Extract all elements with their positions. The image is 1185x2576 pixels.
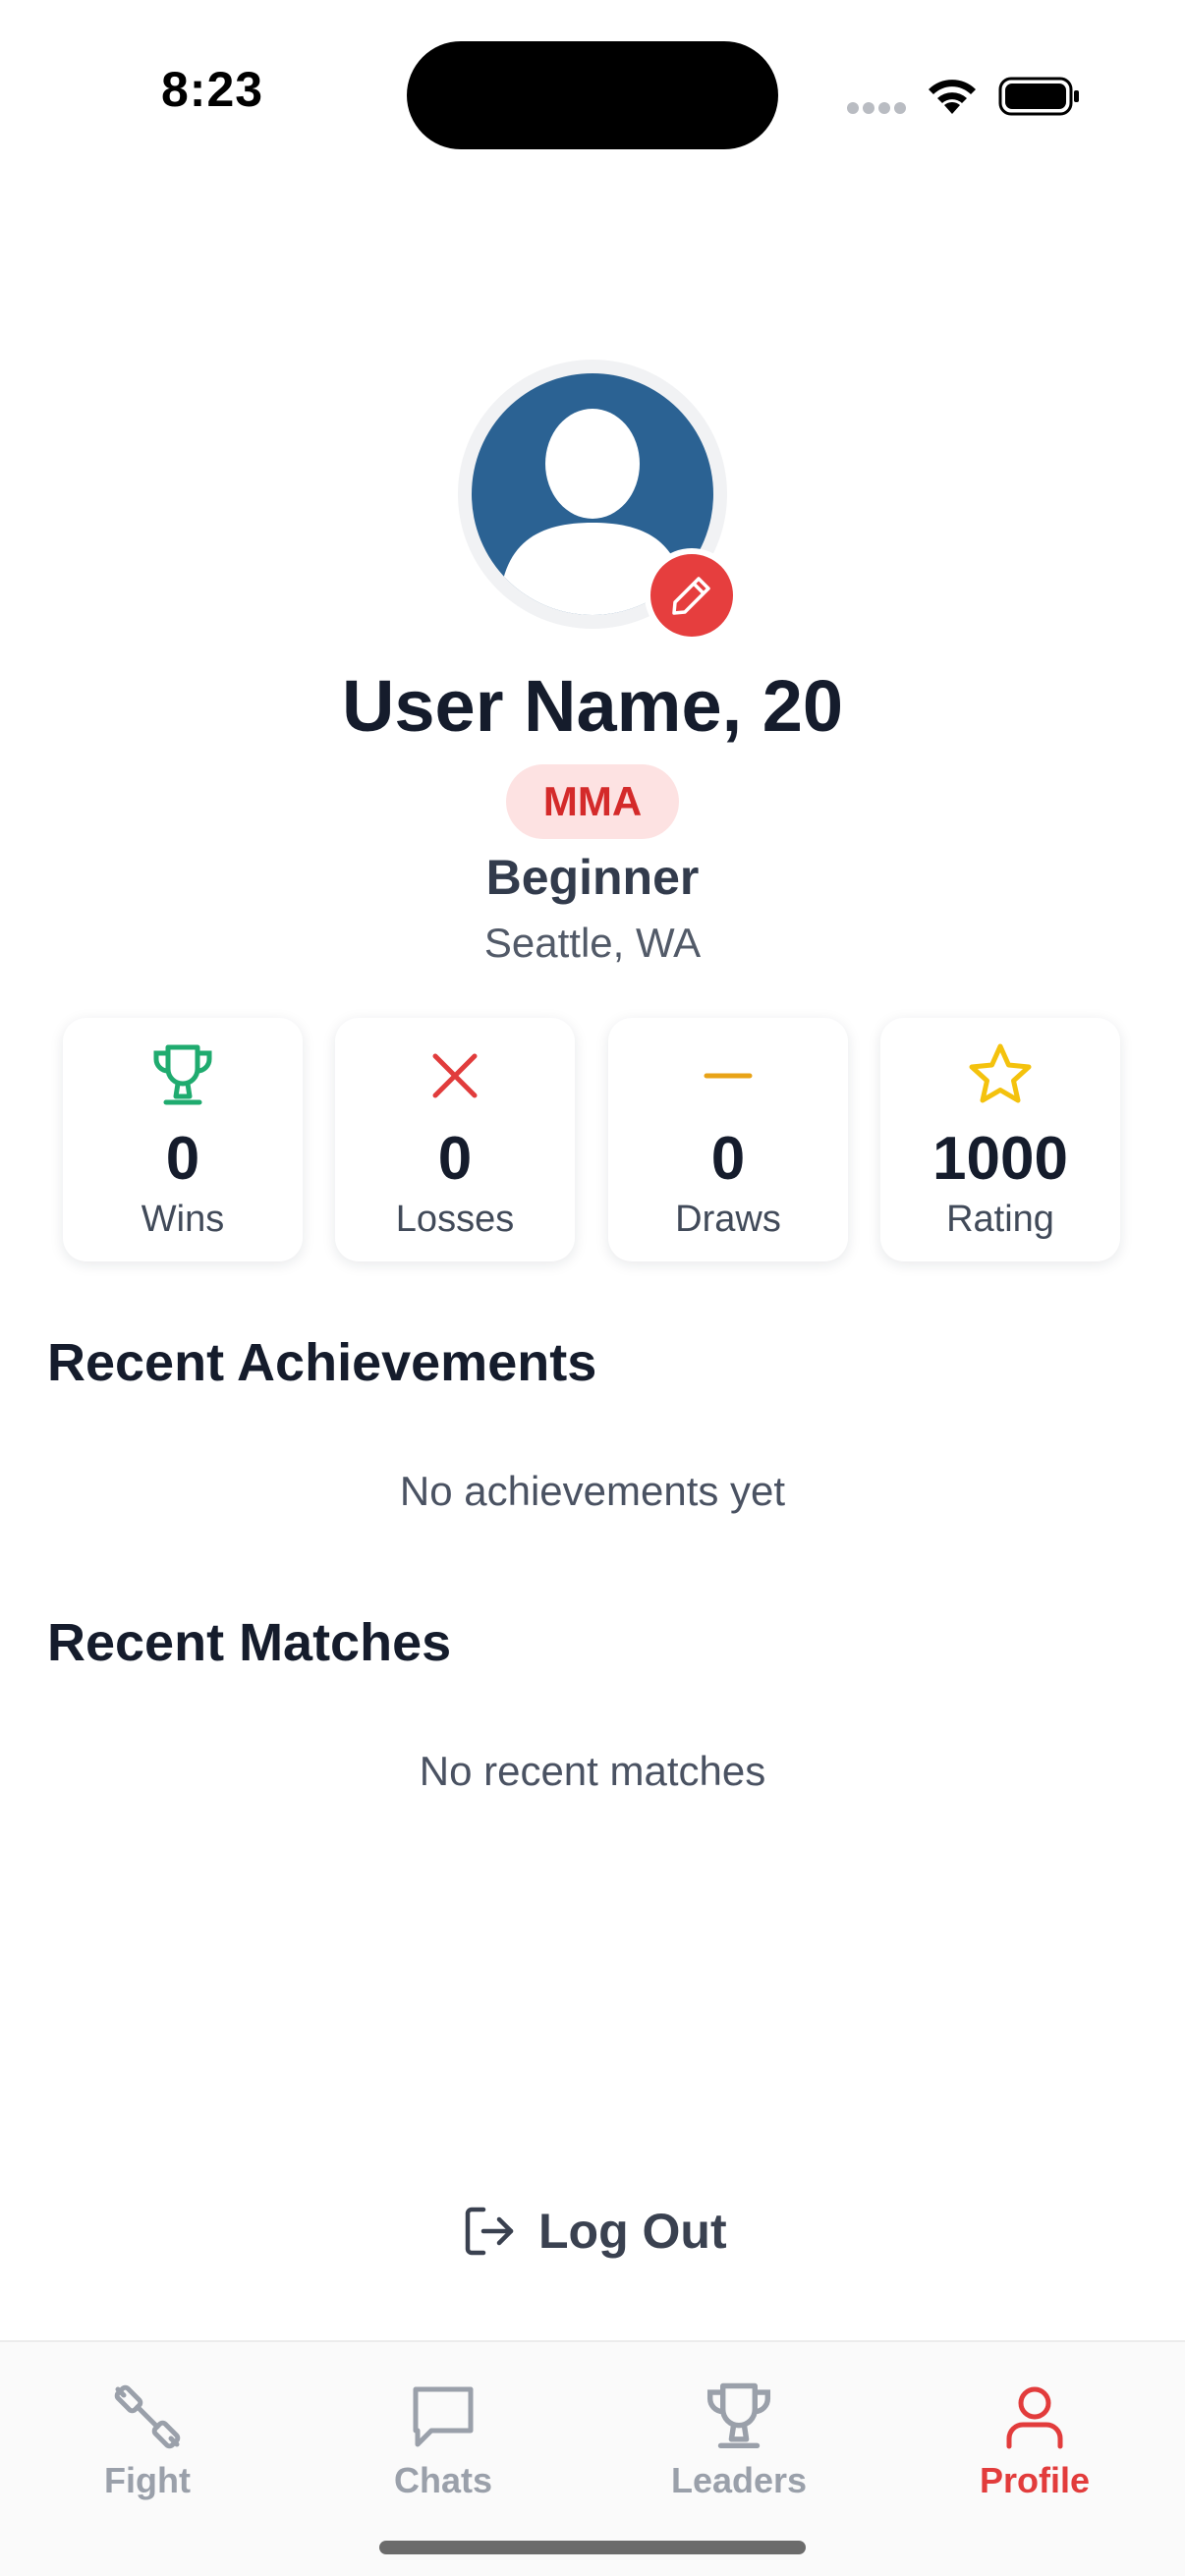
status-time: 8:23 [161, 62, 264, 117]
logout-label: Log Out [538, 2204, 727, 2259]
draws-value: 0 [710, 1125, 746, 1193]
skill-level: Beginner [485, 850, 700, 905]
logout-button[interactable]: Log Out [462, 2197, 727, 2266]
profile-screen: 8:23 User Name, 20 MMA Beginner Seattle,… [0, 0, 1185, 2576]
x-icon [432, 1053, 478, 1098]
tab-chats[interactable]: Chats [325, 2380, 561, 2507]
trophy-icon [153, 1044, 212, 1105]
rating-label: Rating [946, 1199, 1054, 1240]
dumbbell-icon [114, 2384, 181, 2449]
logout-icon [465, 2207, 514, 2256]
cellular-signal-icon [847, 102, 908, 116]
stat-card-rating: 1000 Rating [880, 1018, 1120, 1261]
trophy-icon [706, 2382, 771, 2449]
draws-label: Draws [675, 1199, 781, 1240]
wifi-icon [929, 80, 976, 114]
matches-empty-text: No recent matches [419, 1748, 766, 1794]
discipline-badge-wrap: MMA [0, 764, 1185, 839]
tab-leaders[interactable]: Leaders [621, 2380, 857, 2507]
tab-fight[interactable]: Fight [29, 2380, 265, 2507]
losses-label: Losses [395, 1199, 515, 1240]
tab-fight-label: Fight [104, 2460, 191, 2500]
losses-value: 0 [437, 1125, 473, 1193]
tab-chats-label: Chats [393, 2460, 493, 2500]
pencil-icon [672, 577, 710, 615]
achievements-empty-text: No achievements yet [399, 1468, 786, 1514]
stat-card-wins: 0 Wins [63, 1018, 303, 1261]
discipline-badge: MMA [505, 764, 680, 839]
tab-leaders-label: Leaders [670, 2460, 808, 2500]
recent-achievements-title: Recent Achievements [47, 1333, 597, 1392]
star-icon [969, 1043, 1032, 1103]
tab-profile[interactable]: Profile [917, 2380, 1153, 2507]
wins-label: Wins [141, 1199, 225, 1240]
location: Seattle, WA [483, 920, 702, 966]
dynamic-island [407, 41, 778, 149]
chat-bubble-icon [413, 2386, 474, 2447]
tab-profile-label: Profile [979, 2460, 1091, 2500]
wins-value: 0 [165, 1125, 200, 1193]
stat-card-draws: 0 Draws [608, 1018, 848, 1261]
profile-name: User Name, 20 [341, 665, 844, 747]
stat-card-losses: 0 Losses [335, 1018, 575, 1261]
recent-matches-title: Recent Matches [47, 1613, 452, 1672]
battery-icon [998, 77, 1079, 116]
minus-icon [704, 1073, 753, 1079]
user-icon [1006, 2386, 1063, 2449]
rating-value: 1000 [932, 1125, 1068, 1193]
edit-avatar-button[interactable] [645, 548, 739, 643]
home-indicator [379, 2541, 806, 2554]
